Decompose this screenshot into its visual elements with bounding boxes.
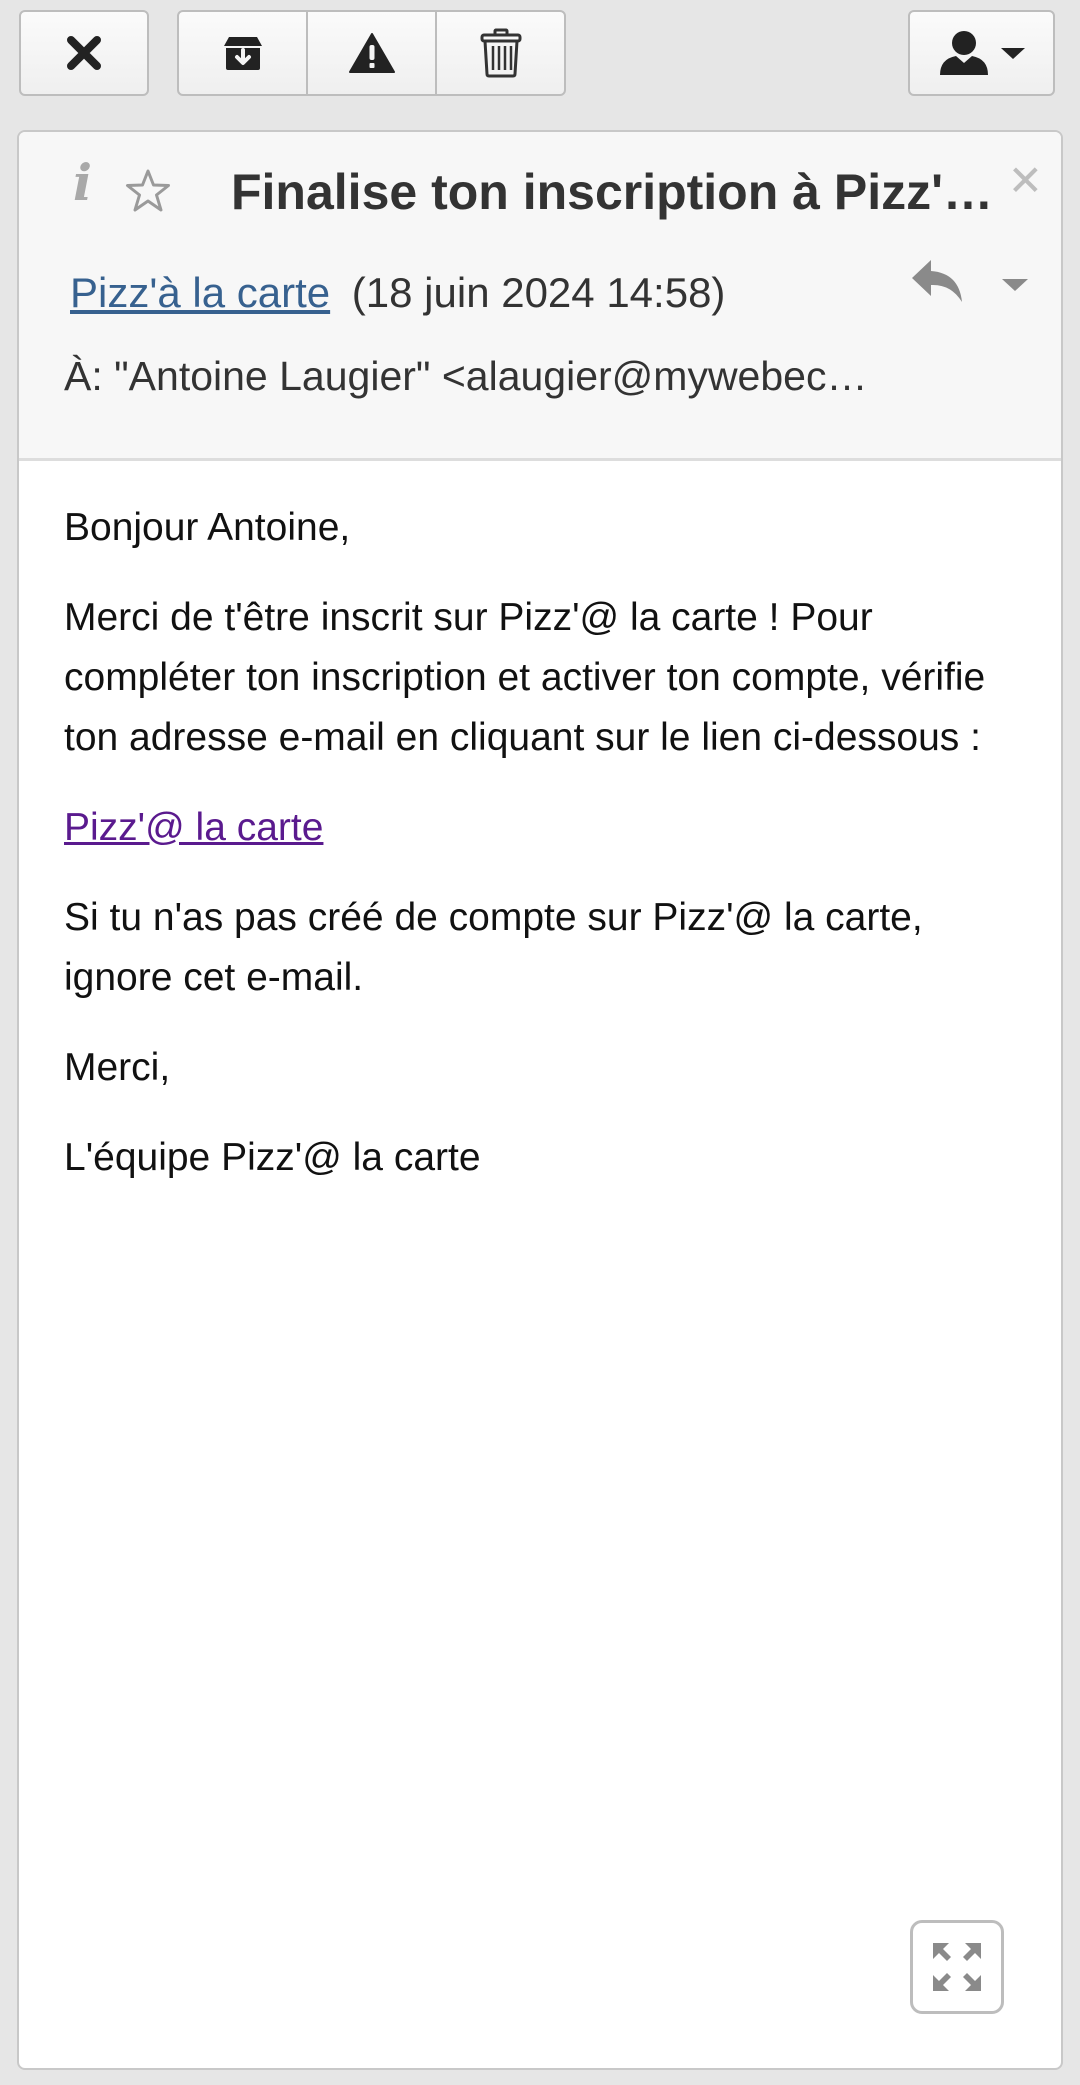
close-button[interactable] — [19, 10, 149, 96]
signature: L'équipe Pizz'@ la carte — [64, 1136, 481, 1179]
account-menu-button[interactable] — [908, 10, 1055, 96]
close-icon — [67, 36, 101, 70]
expand-icon — [933, 1943, 981, 1991]
toolbar — [0, 0, 1080, 116]
message-body: Bonjour Antoine, Merci de t'être inscrit… — [64, 498, 1019, 1218]
trash-icon — [480, 28, 521, 78]
reply-icon[interactable] — [909, 256, 965, 306]
recipient-line: À: "Antoine Laugier" <alaugier@mywebecol… — [64, 353, 884, 399]
spam-button[interactable] — [308, 12, 437, 94]
sender-line: Pizz'à la carte (18 juin 2024 14:58) — [70, 268, 725, 318]
caret-down-icon[interactable] — [1000, 276, 1030, 294]
star-icon[interactable] — [124, 168, 172, 214]
sender-link[interactable]: Pizz'à la carte — [70, 269, 330, 316]
archive-icon — [223, 37, 262, 70]
greeting: Bonjour Antoine, — [64, 506, 351, 549]
warning-icon — [348, 33, 395, 73]
message-date: (18 juin 2024 14:58) — [351, 269, 726, 316]
closing: Merci, — [64, 1046, 171, 1089]
fullscreen-button[interactable] — [910, 1920, 1004, 2014]
user-icon — [939, 31, 988, 75]
body-paragraph: Si tu n'as pas créé de compte sur Pizz'@… — [64, 896, 923, 999]
message-panel: i Finalise ton inscription à Pizz'à la c… — [17, 130, 1063, 2070]
archive-button[interactable] — [179, 12, 308, 94]
caret-down-icon — [1000, 48, 1025, 59]
close-icon[interactable]: ✕ — [1008, 160, 1043, 202]
delete-button[interactable] — [437, 12, 564, 94]
confirmation-link[interactable]: Pizz'@ la carte — [64, 806, 323, 849]
message-actions-group — [177, 10, 566, 96]
body-paragraph: Merci de t'être inscrit sur Pizz'@ la ca… — [64, 596, 986, 759]
message-subject: Finalise ton inscription à Pizz'à la car… — [231, 164, 1011, 220]
info-icon[interactable]: i — [73, 158, 92, 208]
message-header: i Finalise ton inscription à Pizz'à la c… — [19, 132, 1061, 461]
